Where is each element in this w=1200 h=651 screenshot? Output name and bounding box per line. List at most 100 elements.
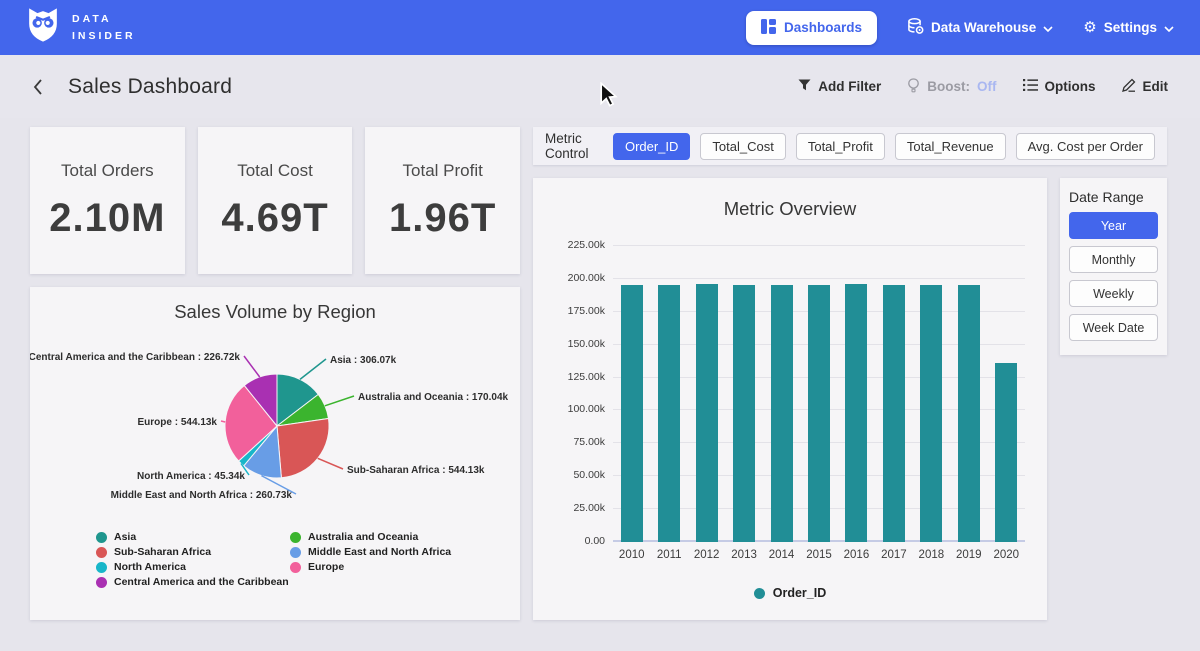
x-axis-tick-label: 2017 bbox=[875, 549, 912, 561]
bar[interactable] bbox=[658, 285, 680, 542]
metric-button-order-id[interactable]: Order_ID bbox=[613, 133, 690, 160]
legend-dot bbox=[96, 577, 107, 588]
back-button[interactable] bbox=[32, 78, 44, 96]
options-button[interactable]: Options bbox=[1023, 79, 1096, 94]
boost-balloon-icon bbox=[907, 78, 920, 96]
legend-label: North America bbox=[114, 561, 186, 573]
x-axis-tick-label: 2015 bbox=[800, 549, 837, 561]
legend-label: Middle East and North Africa bbox=[308, 546, 451, 558]
bar-slot bbox=[800, 246, 837, 542]
bar-chart-plot: 0.0025.00k50.00k75.00k100.00k125.00k150.… bbox=[613, 246, 1025, 542]
bar[interactable] bbox=[958, 285, 980, 542]
boost-toggle[interactable]: Boost: Off bbox=[907, 78, 996, 96]
pie-slice-label: Europe : 544.13k bbox=[138, 417, 218, 428]
date-range-panel: Date Range Year Monthly Weekly Week Date bbox=[1060, 178, 1167, 355]
pie-legend-item[interactable]: North America bbox=[96, 561, 290, 573]
legend-dot bbox=[290, 547, 301, 558]
bar[interactable] bbox=[621, 285, 643, 542]
x-axis-tick-label: 2011 bbox=[650, 549, 687, 561]
x-axis-tick-label: 2019 bbox=[950, 549, 987, 561]
bar[interactable] bbox=[883, 285, 905, 542]
pie-leader-line bbox=[325, 396, 354, 406]
brand-logo[interactable]: DATA INSIDER bbox=[26, 7, 136, 48]
date-range-monthly-button[interactable]: Monthly bbox=[1069, 246, 1158, 273]
bar[interactable] bbox=[995, 363, 1017, 542]
options-list-icon bbox=[1023, 79, 1038, 94]
pie-leader-line bbox=[244, 356, 260, 377]
date-range-label: Date Range bbox=[1069, 189, 1158, 205]
y-axis-tick-label: 50.00k bbox=[551, 469, 605, 481]
pie-legend-item[interactable]: Australia and Oceania bbox=[290, 531, 520, 543]
y-axis-tick-label: 125.00k bbox=[551, 371, 605, 383]
dashboard-grid-icon bbox=[761, 19, 776, 37]
pie-leader-line bbox=[318, 458, 343, 469]
bar[interactable] bbox=[845, 284, 867, 542]
pie-slice-label: Australia and Oceania : 170.04k bbox=[358, 392, 509, 403]
bar-slot bbox=[988, 246, 1025, 542]
x-axis-tick-label: 2010 bbox=[613, 549, 650, 561]
dashboard-header: Sales Dashboard Add Filter Boost: Off bbox=[0, 55, 1200, 118]
legend-label: Sub-Saharan Africa bbox=[114, 546, 211, 558]
bar[interactable] bbox=[808, 285, 830, 542]
chevron-down-icon bbox=[1164, 20, 1174, 35]
edit-button[interactable]: Edit bbox=[1122, 78, 1169, 95]
bar[interactable] bbox=[696, 284, 718, 543]
filter-funnel-icon bbox=[798, 79, 811, 94]
boost-state: Off bbox=[977, 79, 997, 94]
metric-button-total-revenue[interactable]: Total_Revenue bbox=[895, 133, 1006, 160]
data-warehouse-menu[interactable]: Data Warehouse bbox=[907, 18, 1053, 38]
pie-slice-label: North America : 45.34k bbox=[137, 471, 245, 482]
settings-menu[interactable]: ⚙ Settings bbox=[1083, 20, 1174, 35]
bar-slot bbox=[875, 246, 912, 542]
pie-legend: AsiaAustralia and Oceania Sub-Saharan Afr… bbox=[96, 531, 520, 588]
date-range-week-date-button[interactable]: Week Date bbox=[1069, 314, 1158, 341]
kpi-value: 1.96T bbox=[365, 196, 520, 241]
bar[interactable] bbox=[920, 285, 942, 542]
bar-chart-title: Metric Overview bbox=[547, 198, 1033, 220]
y-axis-tick-label: 200.00k bbox=[551, 272, 605, 284]
dashboards-button[interactable]: Dashboards bbox=[746, 11, 877, 45]
gear-icon: ⚙ bbox=[1083, 20, 1096, 35]
y-axis-tick-label: 75.00k bbox=[551, 436, 605, 448]
metric-button-total-cost[interactable]: Total_Cost bbox=[700, 133, 785, 160]
pie-slice[interactable] bbox=[277, 419, 329, 478]
pie-legend-item[interactable]: Europe bbox=[290, 561, 520, 573]
bar-chart-panel: Metric Overview 0.0025.00k50.00k75.00k10… bbox=[533, 178, 1047, 620]
date-range-year-button[interactable]: Year bbox=[1069, 212, 1158, 239]
pie-leader-line bbox=[221, 421, 225, 422]
pie-legend-item[interactable]: Sub-Saharan Africa bbox=[96, 546, 290, 558]
kpi-card-total-orders: Total Orders 2.10M bbox=[30, 127, 185, 274]
pie-chart-panel: Sales Volume by Region Asia : 306.07k Aus… bbox=[30, 287, 520, 620]
legend-dot bbox=[96, 547, 107, 558]
legend-label: Europe bbox=[308, 561, 344, 573]
chevron-down-icon bbox=[1043, 20, 1053, 35]
pie-legend-item[interactable]: Middle East and North Africa bbox=[290, 546, 520, 558]
brand-line2: INSIDER bbox=[72, 28, 136, 44]
date-range-weekly-button[interactable]: Weekly bbox=[1069, 280, 1158, 307]
metric-button-total-profit[interactable]: Total_Profit bbox=[796, 133, 885, 160]
bars-row bbox=[613, 246, 1025, 542]
pie-chart-title: Sales Volume by Region bbox=[30, 301, 520, 323]
legend-dot bbox=[290, 532, 301, 543]
pie-slice-label: Central America and the Caribbean : 226.… bbox=[30, 352, 240, 363]
bar[interactable] bbox=[733, 285, 755, 542]
kpi-label: Total Cost bbox=[198, 161, 353, 181]
y-axis-tick-label: 100.00k bbox=[551, 403, 605, 415]
bar-slot bbox=[613, 246, 650, 542]
pie-leader-line bbox=[300, 359, 326, 379]
bar[interactable] bbox=[771, 285, 793, 542]
y-axis-tick-label: 225.00k bbox=[551, 239, 605, 251]
legend-dot bbox=[96, 562, 107, 573]
pie-legend-item[interactable]: Asia bbox=[96, 531, 290, 543]
chevron-left-icon bbox=[32, 78, 44, 96]
pie-legend-item[interactable]: Central America and the Caribbean bbox=[96, 576, 290, 588]
edit-pencil-icon bbox=[1122, 78, 1136, 95]
top-nav-bar: DATA INSIDER Dashboards bbox=[0, 0, 1200, 55]
add-filter-button[interactable]: Add Filter bbox=[798, 79, 881, 94]
bar-slot bbox=[950, 246, 987, 542]
kpi-value: 2.10M bbox=[30, 196, 185, 241]
database-icon bbox=[907, 18, 924, 38]
metric-button-avg-cost-per-order[interactable]: Avg. Cost per Order bbox=[1016, 133, 1155, 160]
pie-slice-label: Asia : 306.07k bbox=[330, 355, 397, 366]
kpi-label: Total Profit bbox=[365, 161, 520, 181]
